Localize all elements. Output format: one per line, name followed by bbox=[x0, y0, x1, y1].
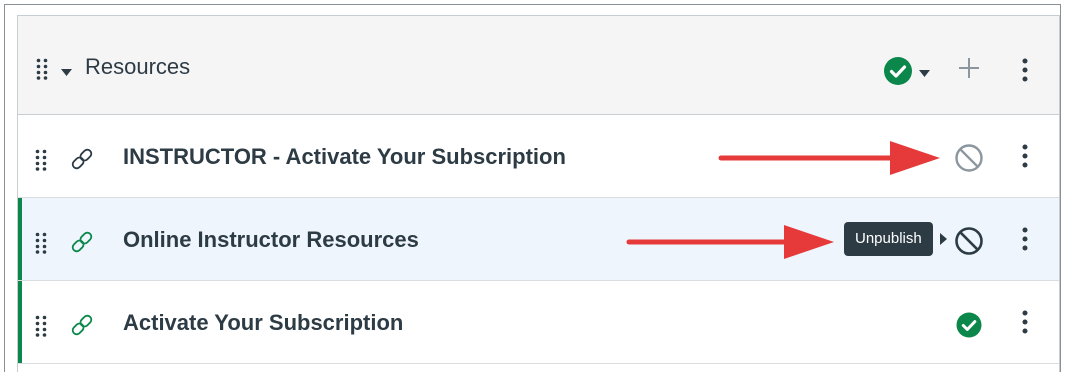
annotation-arrow bbox=[718, 141, 940, 175]
link-icon bbox=[69, 229, 95, 255]
drag-handle-icon[interactable] bbox=[36, 58, 48, 80]
published-indicator-bar bbox=[18, 281, 22, 363]
published-indicator-bar bbox=[18, 198, 22, 280]
module-menu-kebab-icon[interactable] bbox=[1021, 58, 1029, 82]
drag-handle-icon[interactable] bbox=[35, 149, 47, 171]
list-item[interactable]: Online Instructor Resources Unpublish bbox=[18, 198, 1059, 281]
item-title-link[interactable]: Online Instructor Resources bbox=[123, 226, 419, 254]
item-title-link[interactable]: Activate Your Subscription bbox=[123, 309, 403, 337]
module-title: Resources bbox=[85, 54, 191, 79]
module-header: Resources bbox=[18, 16, 1059, 115]
item-title-link[interactable]: INSTRUCTOR - Activate Your Subscription bbox=[123, 143, 566, 171]
unpublish-tooltip: Unpublish bbox=[844, 222, 933, 256]
list-item[interactable]: INSTRUCTOR - Activate Your Subscription bbox=[18, 115, 1059, 198]
item-menu-kebab-icon[interactable] bbox=[1021, 144, 1029, 168]
item-menu-kebab-icon[interactable] bbox=[1021, 310, 1029, 334]
unpublish-hover-icon[interactable] bbox=[954, 226, 984, 261]
module-publish-status-icon[interactable] bbox=[883, 56, 913, 91]
link-icon bbox=[69, 312, 95, 338]
unpublished-status-icon[interactable] bbox=[954, 143, 984, 178]
drag-handle-icon[interactable] bbox=[35, 315, 47, 337]
add-item-plus-icon[interactable] bbox=[958, 57, 980, 84]
list-item[interactable]: Activate Your Subscription bbox=[18, 281, 1059, 364]
tooltip-pointer bbox=[940, 233, 947, 245]
collapse-caret-icon[interactable] bbox=[61, 64, 72, 82]
published-check-icon[interactable] bbox=[956, 312, 982, 343]
annotation-arrow bbox=[626, 225, 834, 259]
publish-options-caret-icon[interactable] bbox=[919, 65, 930, 83]
module-resources: Resources INSTRUCTOR - Activate Your Sub… bbox=[17, 15, 1060, 372]
item-menu-kebab-icon[interactable] bbox=[1021, 227, 1029, 251]
drag-handle-icon[interactable] bbox=[35, 232, 47, 254]
link-icon bbox=[69, 146, 95, 172]
